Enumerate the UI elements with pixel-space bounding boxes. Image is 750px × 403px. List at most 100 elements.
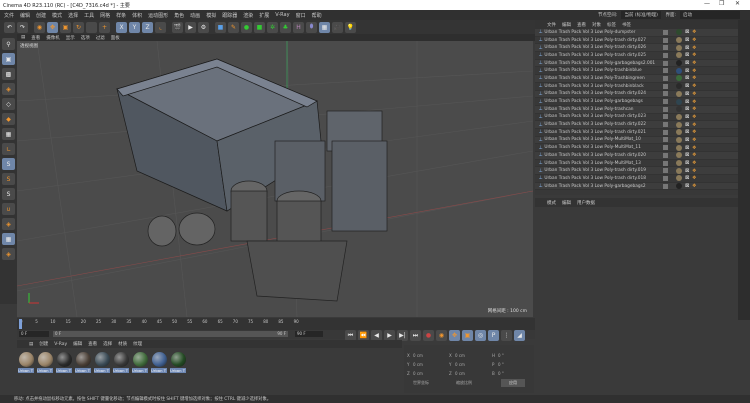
move-tool-icon[interactable]: ✥	[47, 21, 58, 33]
uvw-tag-icon[interactable]: ⊠	[685, 91, 689, 97]
end-frame-field[interactable]: 90 F	[295, 331, 323, 337]
phong-tag-icon[interactable]: ❖	[692, 183, 696, 189]
menu-item[interactable]: 模拟	[206, 12, 216, 19]
material-tag-icon[interactable]	[676, 136, 682, 143]
h-field[interactable]: 0 °	[498, 353, 504, 358]
model-mode-icon[interactable]: ▣	[2, 53, 15, 65]
menu-item[interactable]: 工具	[84, 12, 94, 19]
minimize-button[interactable]: —	[704, 0, 710, 7]
material-tag-icon[interactable]	[676, 152, 682, 159]
object-row[interactable]: ⟂ Urban Trash Pack Vol 3 Low Poly-garbage…	[535, 98, 738, 106]
material-tag-icon[interactable]	[676, 129, 682, 136]
apply-button[interactable]: 应用	[501, 379, 525, 387]
menu-item[interactable]: 渲染	[243, 12, 253, 19]
cloner-icon[interactable]: ■	[254, 21, 265, 33]
material-swatch[interactable]: Urban T	[113, 350, 129, 394]
uv-mode-icon[interactable]: ▦	[2, 128, 15, 140]
material-tag-icon[interactable]	[676, 144, 682, 151]
uvw-tag-icon[interactable]: ⊠	[685, 37, 689, 43]
cube-icon[interactable]: ■	[215, 21, 226, 33]
material-swatch[interactable]: Urban T	[170, 350, 186, 394]
material-menu-icon[interactable]: ▤	[29, 342, 33, 347]
close-button[interactable]: ✕	[735, 0, 740, 7]
phong-tag-icon[interactable]: ❖	[692, 122, 696, 128]
visibility-toggle[interactable]	[663, 145, 668, 151]
x-axis-button[interactable]: X	[116, 21, 127, 33]
playhead[interactable]	[19, 319, 22, 329]
current-frame-field[interactable]: 0 F	[19, 331, 49, 337]
y-axis-button[interactable]: Y	[129, 21, 140, 33]
uvw-tag-icon[interactable]: ⊠	[685, 68, 689, 74]
material-tag-icon[interactable]	[676, 106, 682, 113]
undo-button[interactable]: ↶	[4, 21, 15, 33]
add-tool-icon[interactable]: +	[99, 21, 110, 33]
object-row[interactable]: ⟂ Urban Trash Pack Vol 3 Low Poly-trash d…	[535, 152, 738, 160]
uvw-tag-icon[interactable]: ⊠	[685, 60, 689, 66]
camera-icon[interactable]: 🎥	[332, 21, 343, 33]
texture-mode-icon[interactable]: ▩	[2, 68, 15, 80]
pen-icon[interactable]: ✎	[228, 21, 239, 33]
phong-tag-icon[interactable]: ❖	[692, 137, 696, 143]
make-editable-icon[interactable]: ⚲	[2, 38, 15, 50]
phong-tag-icon[interactable]: ❖	[692, 145, 696, 151]
render-view-icon[interactable]: 🎬	[172, 21, 183, 33]
object-row[interactable]: ⟂ Urban Trash Pack Vol 3 Low Poly-dumpste…	[535, 29, 738, 37]
object-row[interactable]: ⟂ Urban Trash Pack Vol 3 Low Poly-garbage…	[535, 59, 738, 68]
uvw-tag-icon[interactable]: ⊠	[685, 175, 689, 181]
node-space-select[interactable]: 当前 (标准/物理)	[621, 11, 662, 19]
material-swatch[interactable]: Urban T	[56, 350, 72, 394]
phong-tag-icon[interactable]: ❖	[692, 160, 696, 166]
viewport[interactable]: 透视视图 网格间距 : 100 cm	[17, 41, 533, 317]
visibility-toggle[interactable]	[663, 99, 668, 105]
material-menu-item[interactable]: 编辑	[73, 341, 82, 347]
material-tag-icon[interactable]	[676, 167, 682, 174]
material-tag-icon[interactable]	[676, 183, 682, 190]
phong-tag-icon[interactable]: ❖	[692, 168, 696, 174]
object-row[interactable]: ⟂ Urban Trash Pack Vol 3 Low Poly-garbage…	[535, 182, 738, 191]
key-param-icon[interactable]: P	[488, 330, 499, 341]
material-tag-icon[interactable]	[676, 121, 682, 128]
z-position-field[interactable]: 0 cm	[413, 371, 423, 376]
capsule-icon[interactable]: ⬮	[306, 21, 317, 33]
uvw-tag-icon[interactable]: ⊠	[685, 52, 689, 58]
edges-mode-icon[interactable]: ◇	[2, 98, 15, 110]
phong-tag-icon[interactable]: ❖	[692, 37, 696, 43]
z-axis-button[interactable]: Z	[142, 21, 153, 33]
menu-item[interactable]: 动画	[190, 12, 200, 19]
visibility-toggle[interactable]	[663, 68, 668, 74]
y-size-field[interactable]: 0 cm	[455, 362, 465, 367]
visibility-toggle[interactable]	[663, 60, 668, 66]
phong-tag-icon[interactable]: ❖	[692, 152, 696, 158]
go-to-end-icon[interactable]: ⏭	[410, 330, 421, 341]
phong-tag-icon[interactable]: ❖	[692, 83, 696, 89]
phong-tag-icon[interactable]: ❖	[692, 91, 696, 97]
object-list[interactable]: ⟂ Urban Trash Pack Vol 3 Low Poly-dumpste…	[535, 29, 738, 195]
phong-tag-icon[interactable]: ❖	[692, 75, 696, 81]
redo-button[interactable]: ↷	[17, 21, 28, 33]
phong-tag-icon[interactable]: ❖	[692, 29, 696, 35]
object-row[interactable]: ⟂ Urban Trash Pack Vol 3 Low Poly-trash d…	[535, 113, 738, 122]
visibility-toggle[interactable]	[663, 75, 668, 81]
object-row[interactable]: ⟂ Urban Trash Pack Vol 3 Low Poly-trash d…	[535, 37, 738, 45]
phong-tag-icon[interactable]: ❖	[692, 52, 696, 58]
select-tool-icon[interactable]: ◉	[34, 21, 45, 33]
material-swatch[interactable]: Urban T	[37, 350, 53, 394]
polygons-mode-icon[interactable]: ◆	[2, 113, 15, 125]
solo-icon[interactable]: S	[2, 158, 15, 170]
viewport-menu-item[interactable]: 显示	[66, 35, 75, 41]
object-manager-tab[interactable]: 对象	[592, 22, 601, 28]
visibility-toggle[interactable]	[663, 175, 668, 181]
object-manager-tab[interactable]: 标签	[607, 22, 616, 28]
rotate-tool-icon[interactable]: ↻	[73, 21, 84, 33]
restore-button[interactable]: ❐	[719, 0, 724, 7]
menu-item[interactable]: 样条	[116, 12, 126, 19]
uvw-tag-icon[interactable]: ⊠	[685, 137, 689, 143]
key-rotation-icon[interactable]: ◎	[475, 330, 486, 341]
record-icon[interactable]: ●	[423, 330, 434, 341]
uvw-tag-icon[interactable]: ⊠	[685, 129, 689, 135]
menu-item[interactable]: 扩展	[259, 12, 269, 19]
object-row[interactable]: ⟂ Urban Trash Pack Vol 3 Low Poly-MultiMa…	[535, 160, 738, 168]
motion-icon[interactable]: ◢	[514, 330, 525, 341]
menu-item[interactable]: 窗口	[296, 12, 306, 19]
scale-tool-icon[interactable]: ▣	[60, 21, 71, 33]
